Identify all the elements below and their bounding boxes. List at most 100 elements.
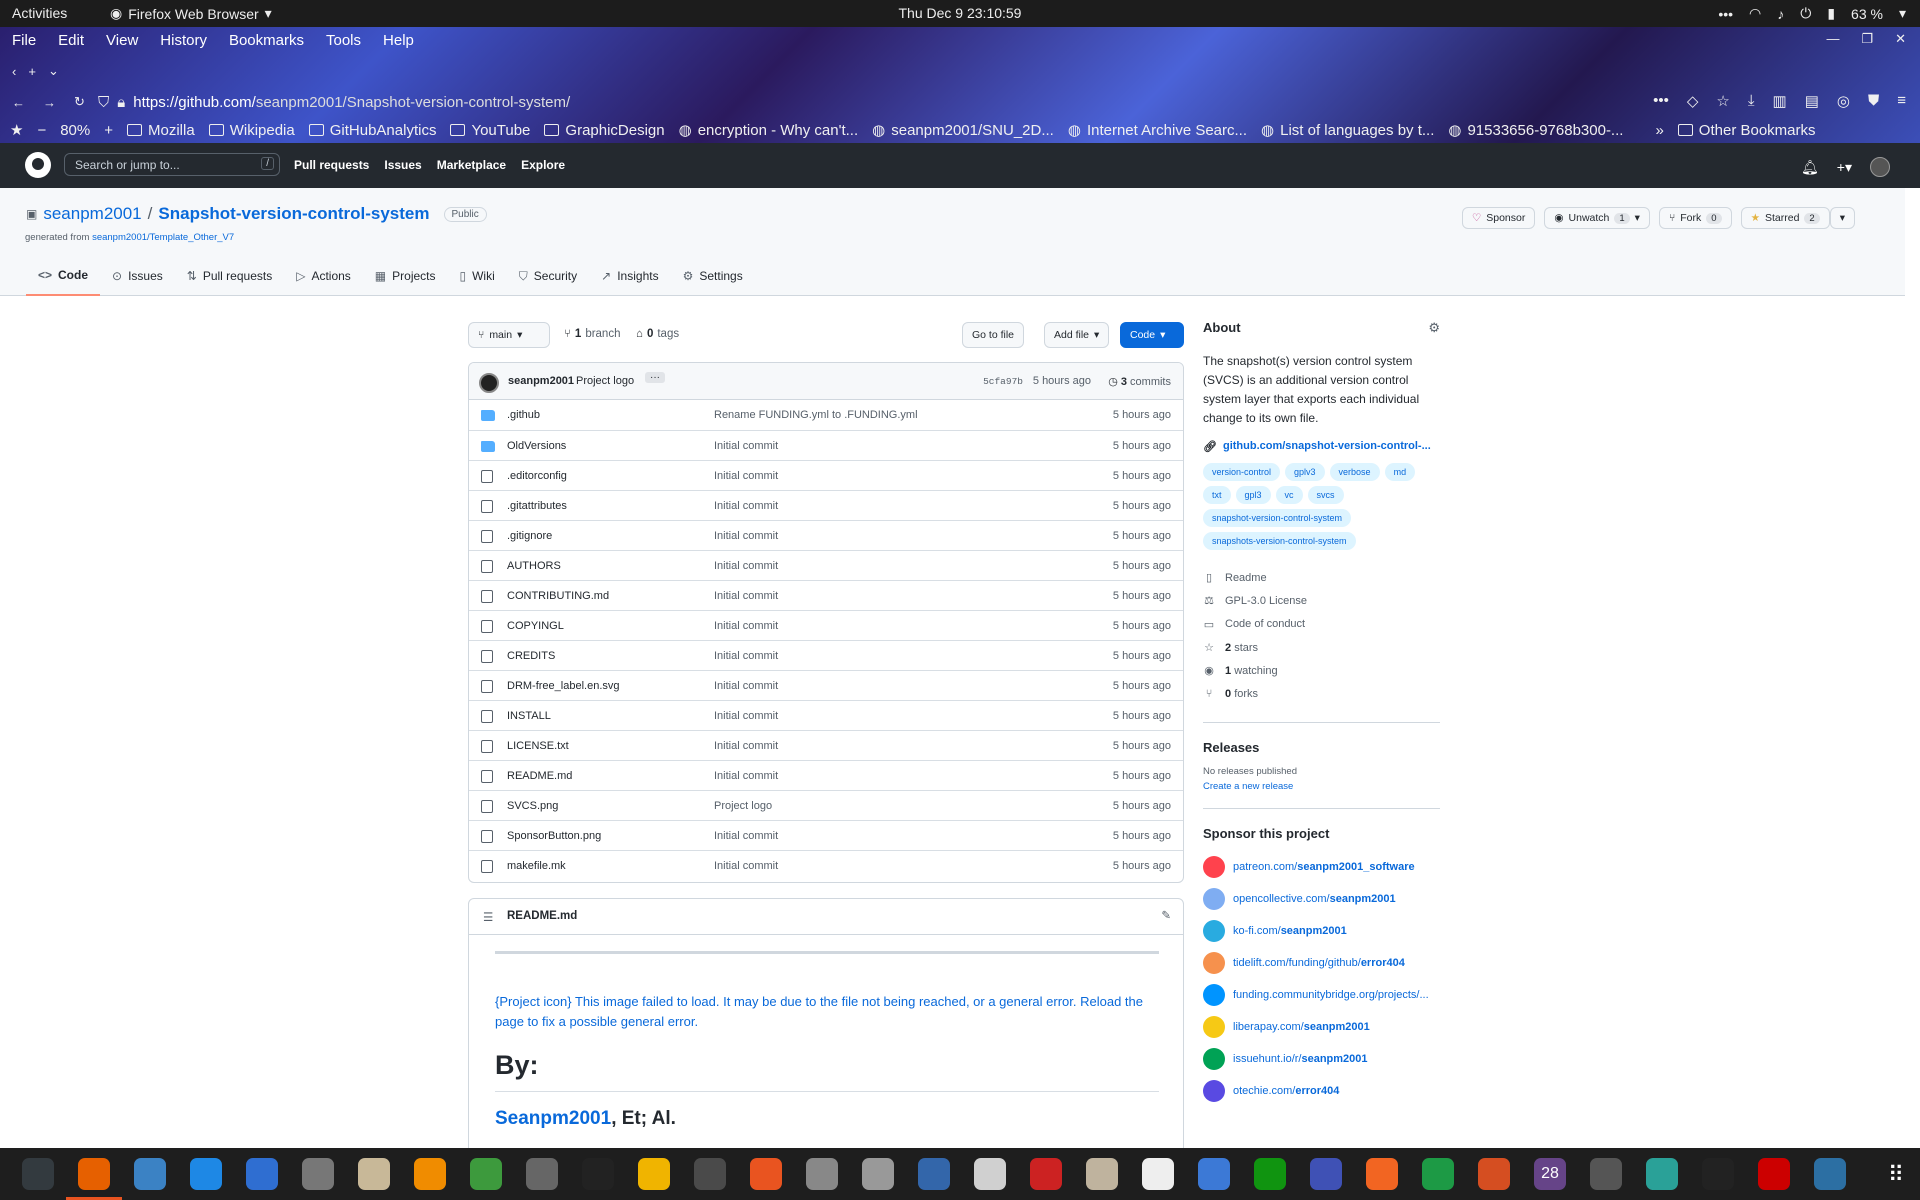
file-commit-message[interactable]: Initial commit bbox=[714, 620, 778, 632]
bookmark-item[interactable]: ◍ encryption - Why can't... bbox=[679, 121, 859, 140]
topic-tag[interactable]: snapshot-version-control-system bbox=[1203, 509, 1352, 527]
file-name[interactable]: COPYINGL bbox=[507, 620, 564, 632]
dock-app-icon[interactable] bbox=[10, 1148, 66, 1200]
file-row[interactable]: makefile.mk Initial commit 5 hours ago bbox=[469, 850, 1183, 880]
file-row[interactable]: README.md Initial commit 5 hours ago bbox=[469, 760, 1183, 790]
readme-link[interactable]: ▯ Readme bbox=[1203, 566, 1440, 589]
file-name[interactable]: OldVersions bbox=[507, 440, 566, 452]
tab-settings[interactable]: ⚙ Settings bbox=[671, 264, 755, 296]
watching-link[interactable]: ◉ 1 watching bbox=[1203, 659, 1440, 682]
bookmark-item[interactable]: YouTube bbox=[450, 121, 530, 139]
dock-app-icon[interactable] bbox=[1466, 1148, 1522, 1200]
avatar[interactable] bbox=[1870, 157, 1890, 177]
repo-owner-link[interactable]: seanpm2001 bbox=[43, 204, 141, 224]
sponsor-link[interactable]: tidelift.com/funding/github/error404 bbox=[1203, 947, 1440, 979]
file-row[interactable]: CONTRIBUTING.md Initial commit 5 hours ago bbox=[469, 580, 1183, 610]
file-name[interactable]: SponsorButton.png bbox=[507, 830, 601, 842]
star-lists-dropdown[interactable]: ▾ bbox=[1829, 207, 1855, 229]
bookmark-item[interactable]: ◍ Internet Archive Searc... bbox=[1068, 121, 1247, 140]
file-row[interactable]: INSTALL Initial commit 5 hours ago bbox=[469, 700, 1183, 730]
sponsor-link[interactable]: issuehunt.io/r/seanpm2001 bbox=[1203, 1043, 1440, 1075]
sponsor-url[interactable]: patreon.com/seanpm2001_software bbox=[1233, 861, 1415, 873]
dock-app-icon[interactable] bbox=[1018, 1148, 1074, 1200]
bookmark-manager-icon[interactable]: ★ bbox=[10, 121, 23, 139]
more-icon[interactable]: ••• bbox=[1718, 6, 1733, 22]
dock-app-icon[interactable]: 28 bbox=[1522, 1148, 1578, 1200]
sponsor-link[interactable]: patreon.com/seanpm2001_software bbox=[1203, 851, 1440, 883]
dock-app-icon[interactable] bbox=[66, 1148, 122, 1200]
bookmark-item[interactable]: ◍ List of languages by t... bbox=[1261, 121, 1434, 140]
bookmark-item[interactable]: GitHubAnalytics bbox=[308, 121, 436, 139]
dock-app-icon[interactable] bbox=[290, 1148, 346, 1200]
nav-marketplace[interactable]: Marketplace bbox=[437, 158, 506, 172]
account-icon[interactable]: ◎ bbox=[1837, 92, 1850, 110]
bookmark-item[interactable]: ◍ 91533656-9768b300-... bbox=[1448, 121, 1623, 140]
tab-code[interactable]: <> Code bbox=[26, 264, 101, 296]
dock-app-icon[interactable] bbox=[1690, 1148, 1746, 1200]
topic-tag[interactable]: txt bbox=[1203, 486, 1231, 504]
dock-app-icon[interactable] bbox=[626, 1148, 682, 1200]
menu-view[interactable]: View bbox=[106, 32, 138, 49]
sponsor-link[interactable]: funding.communitybridge.org/projects/... bbox=[1203, 979, 1440, 1011]
file-row[interactable]: CREDITS Initial commit 5 hours ago bbox=[469, 640, 1183, 670]
file-row[interactable]: .editorconfig Initial commit 5 hours ago bbox=[469, 460, 1183, 490]
notification-bell-icon[interactable]: 🔔︎ bbox=[1801, 159, 1819, 176]
branches-link[interactable]: ⑂ 1 branch bbox=[564, 328, 620, 340]
sponsor-url[interactable]: otechie.com/error404 bbox=[1233, 1085, 1339, 1097]
menu-edit[interactable]: Edit bbox=[58, 32, 84, 49]
file-name[interactable]: makefile.mk bbox=[507, 860, 566, 872]
file-commit-message[interactable]: Initial commit bbox=[714, 860, 778, 872]
sponsor-url[interactable]: liberapay.com/seanpm2001 bbox=[1233, 1021, 1370, 1033]
zoom-out-icon[interactable]: − bbox=[37, 122, 46, 139]
dock-app-icon[interactable] bbox=[1578, 1148, 1634, 1200]
shield-icon[interactable]: ⛉ bbox=[98, 94, 109, 111]
sponsor-url[interactable]: funding.communitybridge.org/projects/... bbox=[1233, 989, 1429, 1001]
dock-app-icon[interactable] bbox=[1298, 1148, 1354, 1200]
forks-link[interactable]: ⑂ 0 forks bbox=[1203, 682, 1440, 705]
page-actions-icon[interactable]: ••• bbox=[1653, 92, 1669, 110]
lock-icon[interactable]: 🔒︎ bbox=[117, 94, 125, 111]
list-icon[interactable]: ☰ bbox=[483, 910, 493, 924]
tab-wiki[interactable]: ▯ Wiki bbox=[448, 264, 507, 296]
dock-app-icon[interactable] bbox=[682, 1148, 738, 1200]
dock-app-icon[interactable] bbox=[234, 1148, 290, 1200]
file-name[interactable]: README.md bbox=[507, 770, 572, 782]
fork-button[interactable]: ⑂ Fork 0 bbox=[1658, 207, 1732, 229]
hamburger-menu-icon[interactable]: ≡ bbox=[1897, 92, 1906, 110]
nav-issues[interactable]: Issues bbox=[384, 158, 421, 172]
tab-scroll-left-icon[interactable]: ‹ bbox=[12, 64, 16, 79]
file-row[interactable]: .gitattributes Initial commit 5 hours ago bbox=[469, 490, 1183, 520]
file-row[interactable]: .github Rename FUNDING.yml to .FUNDING.ym… bbox=[469, 400, 1183, 430]
create-release-link[interactable]: Create a new release bbox=[1203, 781, 1293, 792]
dock-app-icon[interactable] bbox=[1410, 1148, 1466, 1200]
dock-app-icon[interactable] bbox=[178, 1148, 234, 1200]
code-of-conduct-link[interactable]: ▭ Code of conduct bbox=[1203, 613, 1440, 636]
pencil-icon[interactable]: ✎ bbox=[1161, 908, 1171, 922]
url-bar[interactable]: ⛉ 🔒︎ https://github.com/seanpm2001/Snaps… bbox=[98, 91, 1668, 113]
sponsor-url[interactable]: ko-fi.com/seanpm2001 bbox=[1233, 925, 1347, 937]
dock-app-icon[interactable] bbox=[794, 1148, 850, 1200]
zoom-level[interactable]: 80% bbox=[60, 122, 90, 139]
file-name[interactable]: SVCS.png bbox=[507, 800, 558, 812]
commits-history-link[interactable]: ◷ 3 commits bbox=[1108, 375, 1171, 388]
license-link[interactable]: ⚖ GPL-3.0 License bbox=[1203, 589, 1440, 612]
menu-history[interactable]: History bbox=[160, 32, 207, 49]
topic-tag[interactable]: gplv3 bbox=[1285, 463, 1325, 481]
bookmark-item[interactable]: Wikipedia bbox=[208, 121, 295, 139]
commit-author[interactable]: seanpm2001 bbox=[508, 375, 574, 387]
nav-pull-requests[interactable]: Pull requests bbox=[294, 158, 369, 172]
tab-security[interactable]: ⛉ Security bbox=[507, 264, 589, 296]
commit-message[interactable]: Project logo bbox=[576, 375, 634, 387]
minimize-icon[interactable]: — bbox=[1826, 31, 1839, 47]
topic-tag[interactable]: version-control bbox=[1203, 463, 1281, 481]
file-commit-message[interactable]: Rename FUNDING.yml to .FUNDING.yml bbox=[714, 409, 918, 421]
file-commit-message[interactable]: Initial commit bbox=[714, 590, 778, 602]
dock-app-icon[interactable] bbox=[1130, 1148, 1186, 1200]
system-tray[interactable]: ••• ◠ ♪ ⏻ ▮ 63 % ▾ bbox=[1718, 5, 1906, 22]
dock-app-icon[interactable] bbox=[906, 1148, 962, 1200]
dock-app-icon[interactable] bbox=[514, 1148, 570, 1200]
file-row[interactable]: SponsorButton.png Initial commit 5 hours a… bbox=[469, 820, 1183, 850]
avatar[interactable] bbox=[479, 373, 499, 393]
bookmark-item[interactable]: ◍ seanpm2001/SNU_2D... bbox=[872, 121, 1054, 140]
code-button[interactable]: Code ▾ bbox=[1120, 322, 1184, 348]
